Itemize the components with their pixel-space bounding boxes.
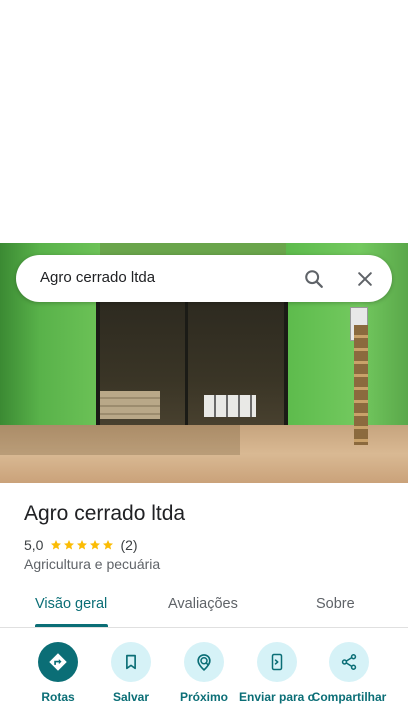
clear-search-button[interactable] — [349, 263, 381, 295]
save-button[interactable]: Salvar — [91, 642, 171, 704]
map-area-blank — [0, 0, 408, 243]
search-button[interactable] — [298, 263, 330, 295]
share-label: Compartilhar — [311, 690, 387, 704]
send-to-phone-icon — [271, 653, 283, 671]
photo-boxes — [204, 395, 256, 417]
send-to-phone-button-circle — [257, 642, 297, 682]
place-tabs: Visão geral Avaliações Sobre — [0, 586, 408, 628]
tab-overview[interactable]: Visão geral — [35, 596, 107, 612]
photo-sacks — [100, 391, 160, 419]
directions-label: Rotas — [41, 690, 75, 704]
star-icon — [51, 540, 62, 550]
close-icon — [358, 272, 372, 286]
nearby-label: Próximo — [179, 690, 228, 704]
place-title: Agro cerrado ltda — [24, 502, 186, 525]
bookmark-icon — [126, 654, 136, 670]
search-bar[interactable]: Agro cerrado ltda — [16, 255, 392, 302]
star-icon — [103, 540, 114, 550]
directions-icon — [49, 653, 67, 671]
photo-door-frame — [96, 301, 100, 435]
nearby-button[interactable]: Próximo — [164, 642, 244, 704]
nearby-button-circle — [184, 642, 224, 682]
active-tab-indicator — [35, 624, 108, 627]
nearby-icon — [197, 654, 211, 672]
rating-row[interactable]: 5,0 (2) — [24, 536, 138, 554]
place-category: Agricultura e pecuária — [24, 556, 161, 572]
photo-door-frame — [284, 301, 288, 435]
share-button-circle — [329, 642, 369, 682]
share-icon — [341, 654, 357, 670]
star-icon — [64, 540, 75, 550]
directions-button-circle — [38, 642, 78, 682]
tab-about[interactable]: Sobre — [316, 596, 355, 612]
save-label: Salvar — [112, 690, 150, 704]
action-bar: Rotas Salvar Próximo Enviar para o Compa… — [0, 640, 408, 726]
star-icon — [77, 540, 88, 550]
star-icon — [90, 540, 101, 550]
send-to-phone-label: Enviar para o — [238, 690, 316, 704]
rating-value: 5,0 — [24, 537, 44, 553]
directions-button[interactable]: Rotas — [18, 642, 98, 704]
photo-door-frame — [185, 301, 188, 435]
photo-shadow — [0, 425, 240, 455]
search-input[interactable]: Agro cerrado ltda — [40, 269, 155, 286]
review-count[interactable]: (2) — [120, 537, 137, 553]
star-rating — [50, 539, 114, 551]
tab-reviews[interactable]: Avaliações — [168, 596, 238, 612]
share-button[interactable]: Compartilhar — [309, 642, 389, 704]
photo-pole — [354, 325, 368, 445]
search-icon — [305, 270, 323, 288]
send-to-phone-button[interactable]: Enviar para o — [237, 642, 317, 704]
save-button-circle — [111, 642, 151, 682]
